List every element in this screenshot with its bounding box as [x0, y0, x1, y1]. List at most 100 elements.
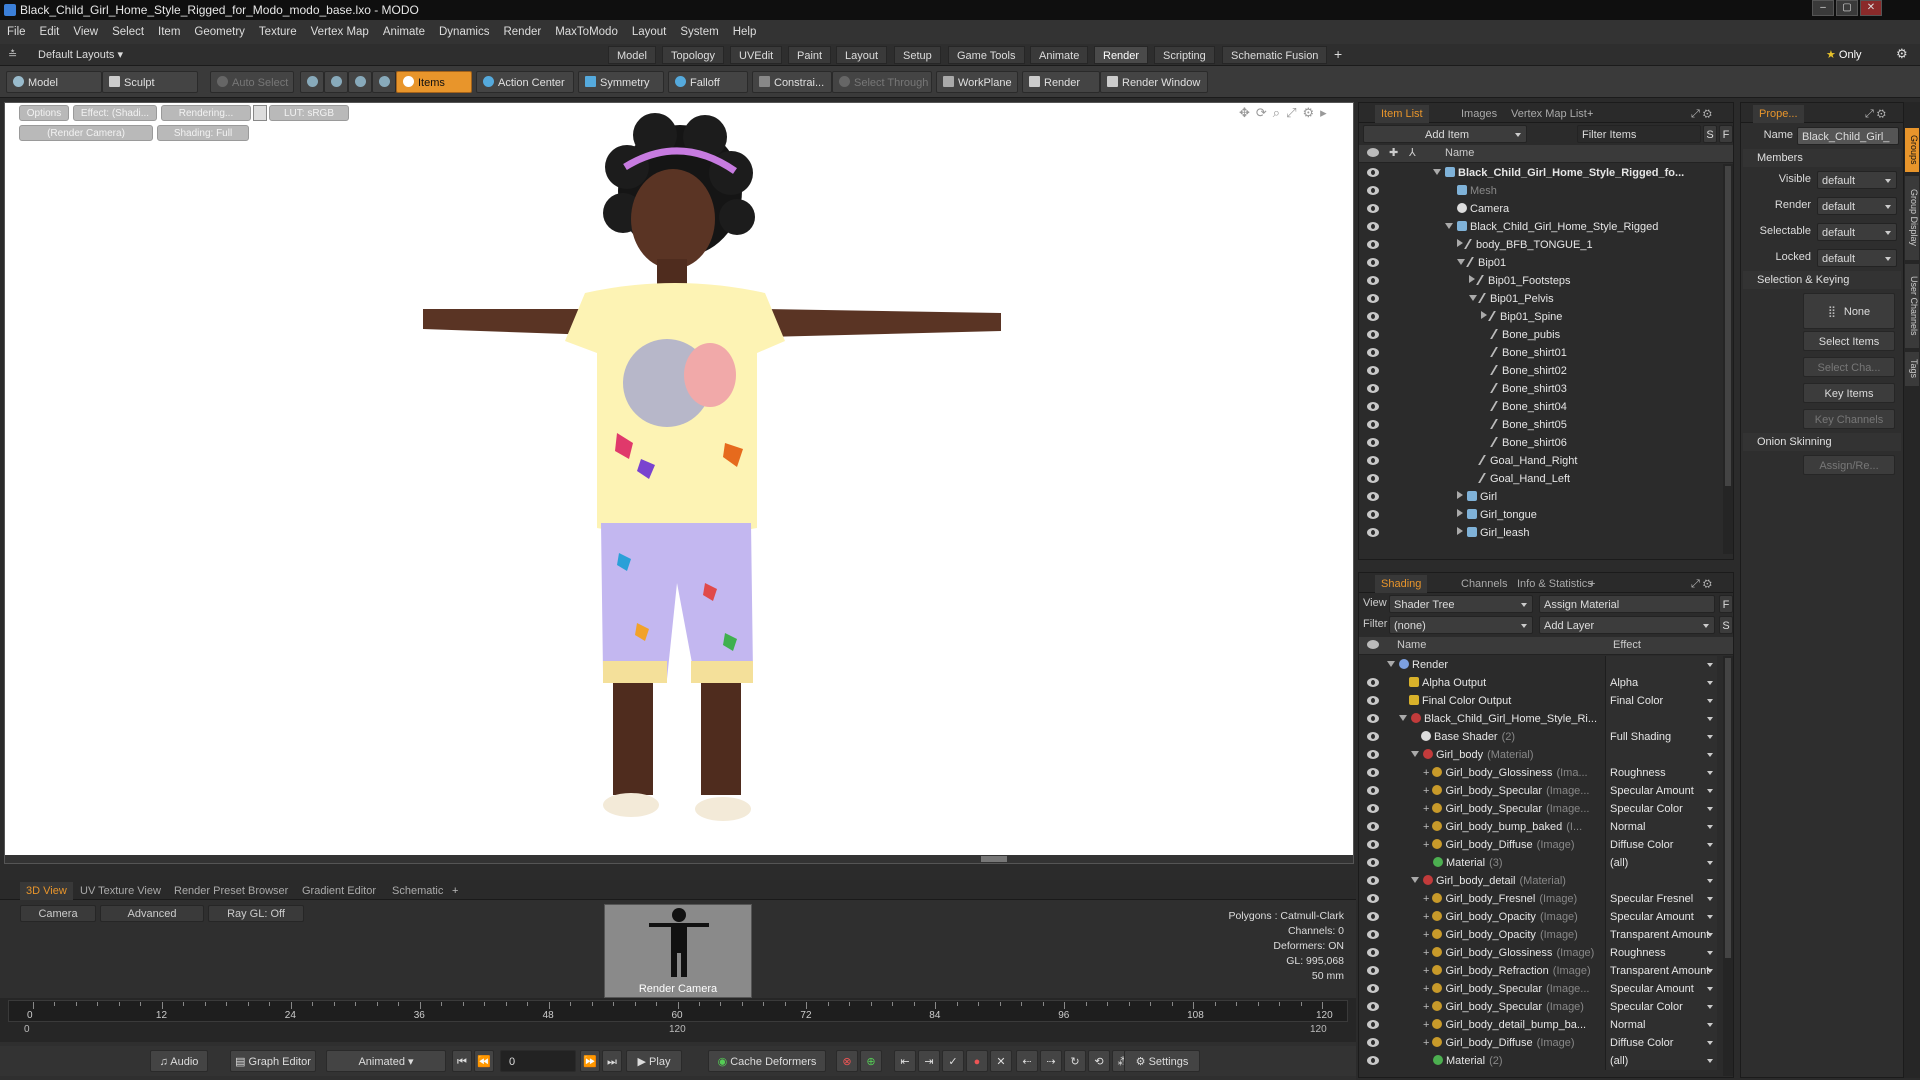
viewport-shading-button[interactable]: Shading: Full — [157, 125, 249, 141]
viewport-rendering-button[interactable]: Rendering... — [161, 105, 251, 121]
tab-schematic-fusion[interactable]: Schematic Fusion — [1222, 46, 1328, 64]
shader-row[interactable]: Girl_body (Material) — [1359, 746, 1723, 764]
assign-material-button[interactable]: Assign Material — [1539, 595, 1715, 613]
effect-dropdown[interactable]: Diffuse Color — [1605, 836, 1717, 854]
tab-channels[interactable]: Channels — [1455, 575, 1513, 593]
shader-row[interactable]: + Girl_body_Diffuse (Image) Diffuse Color — [1359, 836, 1723, 854]
menu-select[interactable]: Select — [105, 26, 151, 38]
visibility-eye-icon[interactable] — [1367, 840, 1379, 849]
shader-row[interactable]: + Girl_body_Glossiness (Ima... Roughness — [1359, 764, 1723, 782]
visibility-eye-icon[interactable] — [1367, 786, 1379, 795]
visibility-eye-icon[interactable] — [1367, 348, 1379, 357]
menu-system[interactable]: System — [673, 26, 725, 38]
shader-row[interactable]: Girl_body_detail (Material) — [1359, 872, 1723, 890]
menu-item[interactable]: Item — [151, 26, 187, 38]
members-section[interactable]: Members — [1743, 149, 1901, 167]
visibility-eye-icon[interactable] — [1367, 420, 1379, 429]
visibility-eye-icon[interactable] — [1367, 510, 1379, 519]
item-list-f-button[interactable]: F — [1719, 125, 1733, 143]
menu-edit[interactable]: Edit — [33, 26, 67, 38]
visibility-eye-icon[interactable] — [1367, 750, 1379, 759]
key-channels-button[interactable]: Key Channels — [1803, 409, 1895, 429]
expand-arrow-icon[interactable] — [1469, 275, 1475, 283]
name-field[interactable]: Black_Child_Girl_ — [1797, 127, 1899, 145]
side-tab-tags[interactable]: Tags — [1905, 352, 1919, 386]
visibility-eye-icon[interactable] — [1367, 858, 1379, 867]
viewport-options-button[interactable]: Options — [19, 105, 69, 121]
effect-dropdown[interactable]: Roughness — [1605, 764, 1717, 782]
item-row[interactable]: Bone_shirt02 — [1359, 362, 1723, 380]
add-item-dropdown[interactable]: Add Item — [1363, 125, 1527, 143]
tab-paint[interactable]: Paint — [788, 46, 832, 64]
visibility-eye-icon[interactable] — [1367, 366, 1379, 375]
3d-viewport[interactable]: Options Effect: (Shadi... Rendering... L… — [4, 102, 1354, 864]
onion-skinning-section[interactable]: Onion Skinning — [1743, 433, 1901, 451]
side-tab-group-display[interactable]: Group Display — [1905, 176, 1919, 260]
expand-plus-icon[interactable]: + — [1423, 1037, 1429, 1049]
layout-pin-icon[interactable]: ≛ — [8, 48, 17, 61]
visibility-eye-icon[interactable] — [1367, 456, 1379, 465]
tab-schematic[interactable]: Schematic — [386, 882, 449, 900]
view-dropdown[interactable]: Shader Tree — [1389, 595, 1533, 613]
key-jump-next-icon[interactable]: ⇢ — [1040, 1050, 1062, 1072]
tab-3d-view[interactable]: 3D View — [20, 882, 73, 900]
visibility-eye-icon[interactable] — [1367, 402, 1379, 411]
item-row[interactable]: Bip01_Pelvis — [1359, 290, 1723, 308]
shading-f-button[interactable]: F — [1719, 595, 1733, 613]
visibility-eye-icon[interactable] — [1367, 528, 1379, 537]
shader-tree-scrollbar[interactable] — [1723, 656, 1733, 1076]
audio-button[interactable]: ♫ Audio — [150, 1050, 208, 1072]
viewport-navigation-icons[interactable]: ✥⟳⌕⤢⚙▸ — [1239, 105, 1333, 121]
add-item-tab-icon[interactable]: + — [1581, 105, 1599, 123]
collapse-arrow-icon[interactable] — [1399, 715, 1407, 721]
menu-render[interactable]: Render — [496, 26, 548, 38]
effect-dropdown[interactable]: Full Shading — [1605, 728, 1717, 746]
raygl-button[interactable]: Ray GL: Off — [208, 905, 304, 922]
tab-render-preset-browser[interactable]: Render Preset Browser — [168, 882, 294, 900]
advanced-button[interactable]: Advanced — [100, 905, 204, 922]
visibility-eye-icon[interactable] — [1367, 678, 1379, 687]
tab-properties[interactable]: Prope... — [1753, 105, 1804, 123]
visibility-eye-icon[interactable] — [1367, 930, 1379, 939]
auto-select-button[interactable]: Auto Select — [210, 71, 294, 93]
expand-plus-icon[interactable]: + — [1423, 893, 1429, 905]
effect-dropdown[interactable]: Roughness — [1605, 944, 1717, 962]
auto-key-icon[interactable]: ⊕ — [860, 1050, 882, 1072]
expand-plus-icon[interactable]: + — [1423, 983, 1429, 995]
visibility-eye-icon[interactable] — [1367, 240, 1379, 249]
shader-row[interactable]: + Girl_body_Opacity (Image) Specular Amount — [1359, 908, 1723, 926]
visibility-eye-icon[interactable] — [1367, 876, 1379, 885]
item-row[interactable]: Mesh — [1359, 182, 1723, 200]
expand-plus-icon[interactable]: + — [1423, 947, 1429, 959]
shader-row[interactable]: Alpha Output Alpha — [1359, 674, 1723, 692]
filter-dropdown[interactable]: (none) — [1389, 616, 1533, 634]
shader-row[interactable]: + Girl_body_Specular (Image... Specular Amo… — [1359, 980, 1723, 998]
tab-game-tools[interactable]: Game Tools — [948, 46, 1025, 64]
menu-file[interactable]: File — [0, 26, 33, 38]
key-jump-prev-icon[interactable]: ⇠ — [1016, 1050, 1038, 1072]
item-row[interactable]: Bone_shirt05 — [1359, 416, 1723, 434]
menu-dynamics[interactable]: Dynamics — [432, 26, 496, 38]
play-button[interactable]: ▶ Play — [626, 1050, 682, 1072]
visibility-eye-icon[interactable] — [1367, 276, 1379, 285]
item-row[interactable]: Bip01 — [1359, 254, 1723, 272]
selection-keying-section[interactable]: Selection & Keying — [1743, 271, 1901, 289]
visibility-eye-icon[interactable] — [1367, 168, 1379, 177]
visibility-eye-icon[interactable] — [1367, 894, 1379, 903]
gear-icon[interactable]: ⚙ — [1896, 46, 1908, 62]
expand-plus-icon[interactable]: + — [1423, 767, 1429, 779]
constrain-button[interactable]: Constrai... — [752, 71, 832, 93]
menu-animate[interactable]: Animate — [376, 26, 432, 38]
shader-row[interactable]: Final Color Output Final Color — [1359, 692, 1723, 710]
item-row[interactable]: Bone_shirt04 — [1359, 398, 1723, 416]
selectable-dropdown[interactable]: default — [1817, 223, 1897, 241]
shader-row[interactable]: Material (2) (all) — [1359, 1052, 1723, 1070]
viewport-lock-icon[interactable] — [253, 105, 267, 121]
expand-plus-icon[interactable]: + — [1423, 1001, 1429, 1013]
visibility-eye-icon[interactable] — [1367, 822, 1379, 831]
maximize-button[interactable]: ▢ — [1836, 0, 1858, 16]
key-record-icon[interactable]: ● — [966, 1050, 988, 1072]
animated-dropdown[interactable]: Animated ▾ — [326, 1050, 446, 1072]
effect-dropdown[interactable]: Specular Color — [1605, 800, 1717, 818]
shader-row[interactable]: + Girl_body_bump_baked (I... Normal — [1359, 818, 1723, 836]
